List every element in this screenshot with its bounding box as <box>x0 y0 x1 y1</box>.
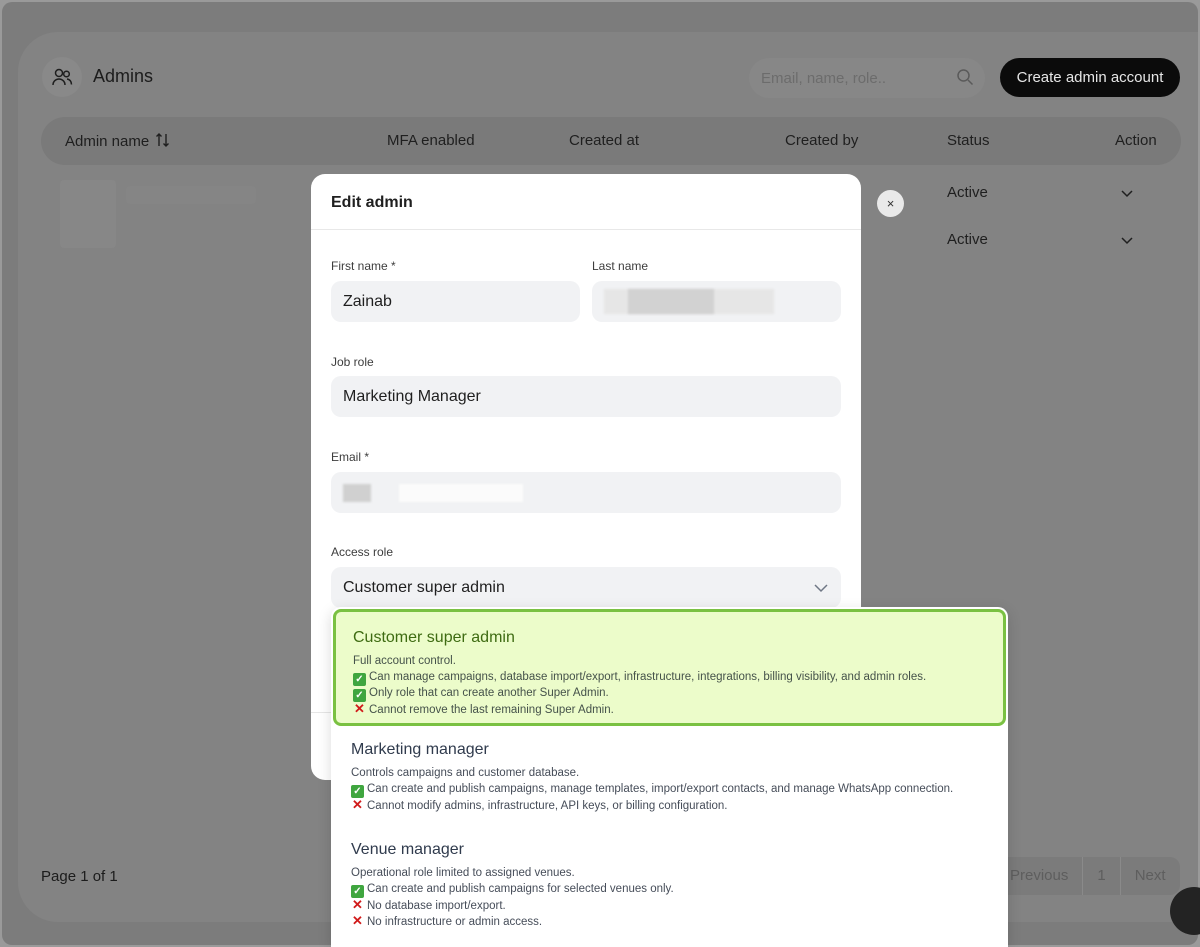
status-badge: Active <box>947 231 988 248</box>
option-point: ✕ No database import/export. <box>351 898 506 912</box>
option-point-text: No database import/export. <box>367 900 506 912</box>
option-point: ✕ Cannot modify admins, infrastructure, A… <box>351 797 728 812</box>
access-role-label: Access role <box>331 545 394 559</box>
page-number[interactable]: 1 <box>1082 857 1119 895</box>
first-name-label: First name * <box>331 259 396 273</box>
email-label: Email * <box>331 450 370 464</box>
column-created-by: Created by <box>785 132 859 149</box>
option-description: Full account control. <box>353 655 456 667</box>
option-point: ✓ Only role that can create another Super… <box>353 687 609 702</box>
cross-icon: ✕ <box>352 913 363 928</box>
page-info: Page 1 of 1 <box>41 868 118 885</box>
chevron-down-icon[interactable] <box>1120 186 1134 200</box>
redacted-text <box>343 484 371 502</box>
option-description: Controls campaigns and customer database… <box>351 767 580 779</box>
last-name-field[interactable] <box>592 281 841 322</box>
column-created-at: Created at <box>569 132 640 149</box>
option-point-text: Can create and publish campaigns, manage… <box>367 783 954 795</box>
job-role-label: Job role <box>331 355 374 369</box>
option-title: Customer super admin <box>353 629 515 646</box>
option-point-text: Can manage campaigns, database import/ex… <box>369 671 927 683</box>
access-role-value: Customer super admin <box>343 579 505 596</box>
redacted-text <box>628 289 714 314</box>
users-icon <box>42 57 82 97</box>
option-title: Venue manager <box>351 841 464 858</box>
option-point-text: Cannot modify admins, infrastructure, AP… <box>367 800 728 812</box>
redacted-text <box>399 484 523 502</box>
option-point-text: No infrastructure or admin access. <box>367 916 543 928</box>
job-role-field[interactable]: Marketing Manager <box>331 376 841 417</box>
option-point: ✓ Can manage campaigns, database import/e… <box>353 671 926 686</box>
next-button[interactable]: Next <box>1119 857 1180 895</box>
cross-icon: ✕ <box>352 797 363 812</box>
chevron-down-icon[interactable] <box>813 580 829 596</box>
option-point-text: Only role that can create another Super … <box>369 687 609 699</box>
column-status: Status <box>947 132 990 149</box>
first-name-field[interactable]: Zainab <box>331 281 580 322</box>
option-title: Marketing manager <box>351 741 489 758</box>
previous-button[interactable]: Previous <box>996 857 1082 895</box>
column-admin-name[interactable]: Admin name <box>65 132 171 150</box>
role-option-marketing-manager[interactable]: Marketing manager Controls campaigns and… <box>331 733 1008 829</box>
option-point: ✓ Can create and publish campaigns, manag… <box>351 783 953 798</box>
blurred-name <box>126 186 256 204</box>
option-point: ✓ Can create and publish campaigns for se… <box>351 883 674 898</box>
search-input[interactable] <box>761 67 941 89</box>
search-icon[interactable] <box>956 68 974 86</box>
search-box[interactable] <box>749 58 985 98</box>
sort-icon[interactable] <box>155 132 171 148</box>
option-point: ✕ Cannot remove the last remaining Super … <box>353 702 614 716</box>
avatar <box>60 180 116 248</box>
column-mfa-enabled: MFA enabled <box>387 132 475 149</box>
email-field[interactable] <box>331 472 841 513</box>
last-name-label: Last name <box>592 259 649 273</box>
column-action: Action <box>1115 132 1157 149</box>
pagination: Previous 1 Next <box>996 857 1180 895</box>
cross-icon: ✕ <box>354 701 365 716</box>
create-admin-button[interactable]: Create admin account <box>1000 58 1180 97</box>
option-description: Operational role limited to assigned ven… <box>351 867 575 879</box>
option-point: ✕ No infrastructure or admin access. <box>351 914 542 928</box>
modal-title: Edit admin <box>311 174 861 230</box>
role-option-venue-manager[interactable]: Venue manager Operational role limited t… <box>331 833 1008 947</box>
page-title: Admins <box>93 66 154 86</box>
check-icon: ✓ <box>353 673 366 686</box>
close-icon[interactable]: × <box>877 190 904 217</box>
access-role-select[interactable]: Customer super admin <box>331 567 841 608</box>
option-point-text: Cannot remove the last remaining Super A… <box>369 704 614 716</box>
status-badge: Active <box>947 184 988 201</box>
cross-icon: ✕ <box>352 897 363 912</box>
access-role-dropdown: Customer super admin Full account contro… <box>331 607 1008 947</box>
role-option-customer-super-admin[interactable]: Customer super admin Full account contro… <box>333 609 1006 726</box>
column-label: Admin name <box>65 133 150 150</box>
chevron-down-icon[interactable] <box>1120 233 1134 247</box>
option-point-text: Can create and publish campaigns for sel… <box>367 883 674 895</box>
